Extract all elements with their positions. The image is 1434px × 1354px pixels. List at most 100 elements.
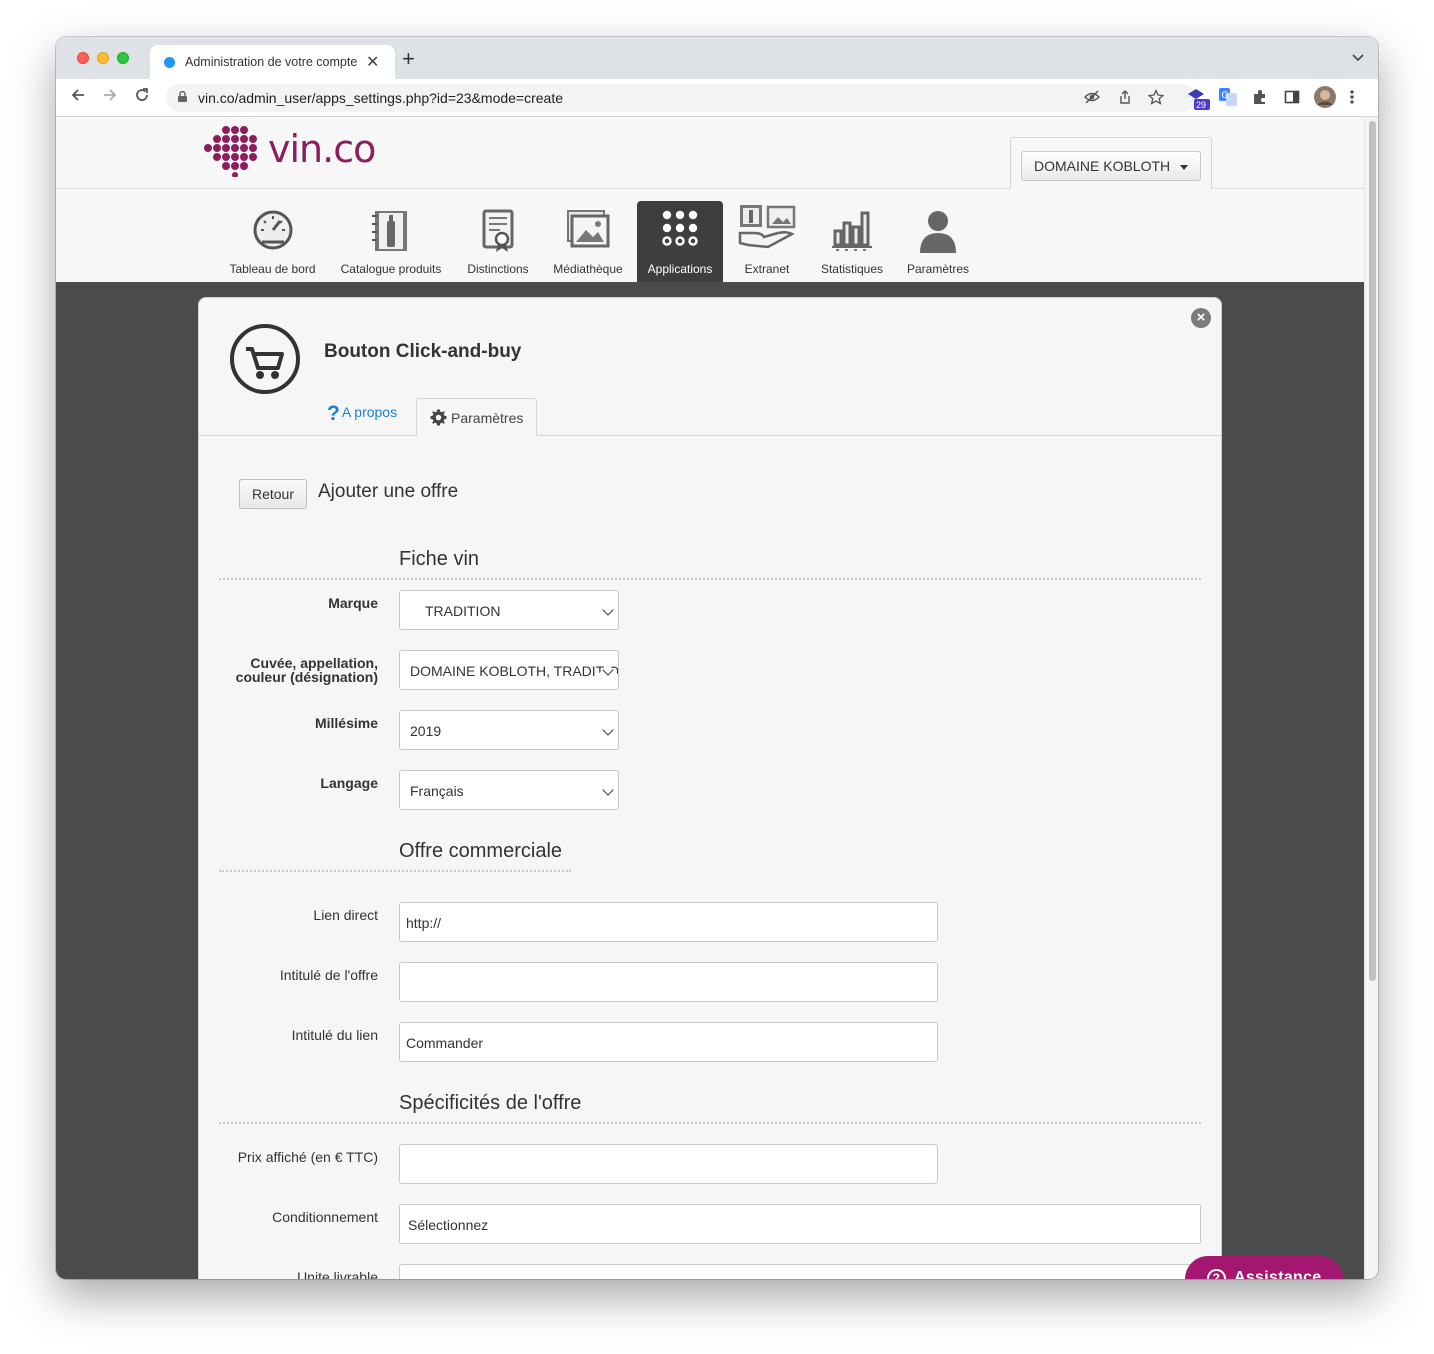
- intitule-lien-label: Intitulé du lien: [291, 1027, 378, 1043]
- app-settings-panel: × Bouton Click-and-buy ? A propos Paramèt…: [198, 297, 1222, 1279]
- nav-label: Extranet: [744, 262, 790, 276]
- unite-livrable-label: Unite livrable: [297, 1269, 378, 1279]
- assistance-label: Assistance: [1234, 1269, 1322, 1279]
- millesime-value: 2019: [410, 723, 442, 739]
- close-window-button[interactable]: [77, 52, 89, 64]
- nav-item-parametres[interactable]: Paramètres: [902, 201, 974, 282]
- nav-label: Distinctions: [467, 262, 529, 276]
- maximize-window-button[interactable]: [117, 52, 129, 64]
- marque-value: TRADITION: [425, 603, 501, 619]
- logo-text[interactable]: vin.co: [268, 127, 376, 171]
- nav-item-distinctions[interactable]: Distinctions: [461, 201, 535, 282]
- eye-slash-icon[interactable]: [1084, 89, 1100, 109]
- tab-close-icon[interactable]: ✕: [366, 52, 379, 72]
- svg-text:G: G: [1222, 91, 1229, 101]
- section-divider: [219, 870, 571, 872]
- prix-input[interactable]: [399, 1144, 938, 1184]
- unite-livrable-select[interactable]: [399, 1264, 1201, 1279]
- user-icon: [917, 209, 959, 256]
- close-panel-icon[interactable]: ×: [1191, 308, 1211, 328]
- translate-icon[interactable]: G: [1219, 88, 1237, 110]
- conditionnement-label: Conditionnement: [272, 1209, 378, 1225]
- nav-item-mediatheque[interactable]: Médiathèque: [548, 201, 628, 282]
- extension-badge-icon[interactable]: 29: [1186, 85, 1210, 115]
- reload-icon[interactable]: [134, 87, 150, 108]
- nav-label: Statistiques: [820, 262, 884, 276]
- dashboard-gauge-icon: [252, 209, 294, 254]
- browser-window: Administration de votre compte ✕ + vin.c…: [56, 37, 1378, 1279]
- puzzle-extensions-icon[interactable]: [1252, 89, 1268, 109]
- tab-title: Administration de votre compte: [185, 55, 358, 69]
- help-circle-icon: ?: [1207, 1269, 1226, 1279]
- site-header: vin.co DOMAINE KOBLOTH: [56, 117, 1364, 190]
- tab-a-propos[interactable]: ? A propos: [327, 402, 397, 426]
- tab-search-chevron-icon[interactable]: [1352, 51, 1364, 65]
- nav-item-extranet[interactable]: Extranet: [732, 201, 802, 282]
- forward-arrow-icon[interactable]: [102, 87, 118, 108]
- chevron-down-icon: [602, 784, 614, 796]
- certificate-icon: [480, 209, 516, 256]
- tab-a-propos-label: A propos: [341, 404, 398, 420]
- tab-parametres[interactable]: Paramètres: [416, 398, 537, 436]
- browser-tab[interactable]: Administration de votre compte ✕: [150, 45, 395, 79]
- section-offre-commerciale: Offre commerciale: [399, 840, 563, 862]
- question-icon: ?: [327, 402, 340, 425]
- back-button[interactable]: Retour: [239, 479, 307, 509]
- lien-direct-input[interactable]: http://: [399, 902, 938, 942]
- cuvee-select[interactable]: DOMAINE KOBLOTH, TRADITION: [399, 650, 619, 690]
- side-panel-icon[interactable]: [1284, 89, 1300, 109]
- catalog-bottle-icon: [370, 209, 412, 256]
- intitule-offre-input[interactable]: [399, 962, 938, 1002]
- panel-tabs-border: [199, 435, 1221, 436]
- intitule-offre-label: Intitulé de l'offre: [279, 967, 378, 983]
- account-dropdown-button[interactable]: DOMAINE KOBLOTH: [1021, 151, 1201, 181]
- millesime-select[interactable]: 2019: [399, 710, 619, 750]
- section-divider: [219, 1122, 1201, 1124]
- nav-item-applications[interactable]: Applications: [637, 201, 723, 282]
- nav-item-catalogue-produits[interactable]: Catalogue produits: [335, 201, 447, 282]
- scrollbar-thumb[interactable]: [1369, 121, 1376, 981]
- marque-label: Marque: [328, 595, 378, 611]
- back-arrow-icon[interactable]: [70, 87, 86, 108]
- gear-icon: [430, 409, 447, 429]
- intitule-lien-input[interactable]: Commander: [399, 1022, 938, 1062]
- profile-avatar[interactable]: [1313, 85, 1337, 113]
- hand-gallery-icon: [738, 203, 796, 252]
- section-fiche-vin: Fiche vin: [399, 548, 480, 570]
- assistance-button[interactable]: ? Assistance: [1185, 1256, 1343, 1279]
- lock-icon: [178, 91, 187, 102]
- chevron-down-icon: [602, 604, 614, 616]
- section-divider: [219, 578, 1201, 580]
- tab-parametres-label: Paramètres: [451, 410, 524, 426]
- nav-label: Paramètres: [906, 262, 970, 276]
- address-bar[interactable]: vin.co/admin_user/apps_settings.php?id=2…: [166, 84, 1196, 112]
- conditionnement-select[interactable]: Sélectionnez: [399, 1204, 1201, 1244]
- new-tab-icon[interactable]: +: [402, 48, 415, 70]
- marque-select[interactable]: TRADITION: [399, 590, 619, 630]
- nav-label: Médiathèque: [553, 262, 623, 276]
- bar-chart-icon: [831, 209, 873, 254]
- minimize-window-button[interactable]: [97, 52, 109, 64]
- cuvee-label-line2: couleur (désignation): [235, 669, 378, 685]
- share-icon[interactable]: [1117, 89, 1133, 109]
- page-content: vin.co DOMAINE KOBLOTH Tableau de bord C…: [56, 117, 1364, 1279]
- page-scrollbar[interactable]: [1364, 117, 1378, 1279]
- caret-down-icon: [1180, 165, 1188, 170]
- langage-label: Langage: [320, 775, 378, 791]
- nav-item-statistiques[interactable]: Statistiques: [814, 201, 890, 282]
- chevron-down-icon: [602, 724, 614, 736]
- page-heading: Ajouter une offre: [318, 481, 459, 502]
- browser-menu-icon[interactable]: [1350, 89, 1354, 109]
- nav-label: Catalogue produits: [340, 262, 442, 276]
- conditionnement-value: Sélectionnez: [408, 1217, 489, 1233]
- browser-toolbar: vin.co/admin_user/apps_settings.php?id=2…: [56, 79, 1378, 117]
- prix-label: Prix affiché (en € TTC): [237, 1149, 378, 1165]
- bookmark-star-icon[interactable]: [1147, 88, 1165, 109]
- nav-item-tableau-de-bord[interactable]: Tableau de bord: [224, 201, 321, 282]
- grape-logo-icon[interactable]: [202, 125, 262, 182]
- cuvee-label: Cuvée, appellation, couleur (désignation…: [236, 656, 378, 684]
- url-text: vin.co/admin_user/apps_settings.php?id=2…: [198, 90, 564, 106]
- app-title: Bouton Click-and-buy: [324, 341, 522, 362]
- extension-badge-count: 29: [1196, 100, 1207, 110]
- langage-select[interactable]: Français: [399, 770, 619, 810]
